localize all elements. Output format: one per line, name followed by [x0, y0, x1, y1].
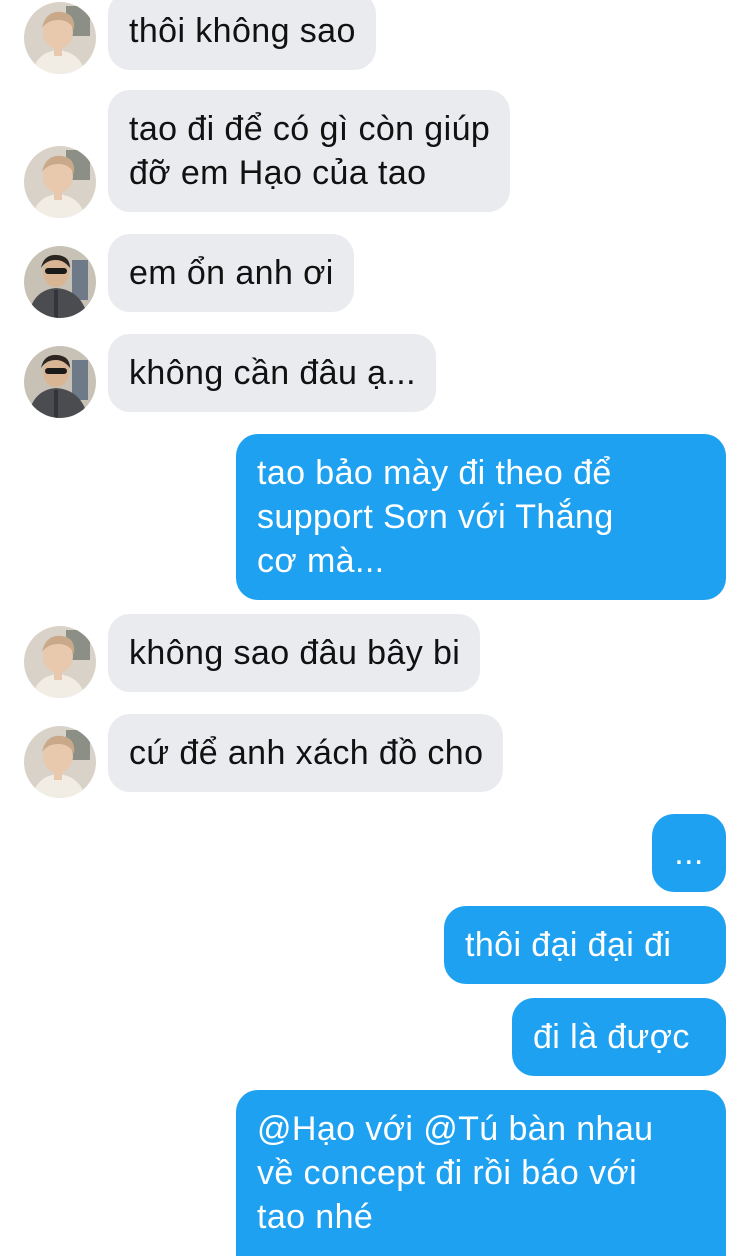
avatar-photo-icon: [24, 2, 96, 74]
message-text-line: thôi đại đại đi: [465, 926, 672, 964]
avatar-photo-icon: [24, 146, 96, 218]
message-text-line: đi là được: [533, 1018, 690, 1056]
message-bubble-outgoing[interactable]: đi là được: [512, 998, 726, 1076]
message-text-line: @Hạo với @Tú bàn nhau: [257, 1110, 654, 1148]
message-bubble-outgoing[interactable]: thôi đại đại đi: [444, 906, 726, 984]
message-text-line: không sao đâu bây bi: [129, 634, 461, 672]
message-bubble-incoming[interactable]: không sao đâu bây bi: [108, 614, 481, 692]
message-text-line: tao đi để có gì còn giúp: [129, 110, 491, 148]
message-text-line: em ổn anh ơi: [129, 254, 334, 292]
message-text-line: tao nhé: [257, 1198, 374, 1236]
message-bubble-incoming[interactable]: cứ để anh xách đồ cho: [108, 714, 504, 792]
friend-a-avatar[interactable]: [24, 726, 96, 798]
message-bubble-incoming[interactable]: thôi không sao: [108, 0, 376, 70]
message-bubble-outgoing[interactable]: ...: [652, 814, 726, 892]
message-text-line: ...: [674, 834, 704, 872]
message-bubble-incoming[interactable]: tao đi để có gì còn giúp đỡ em Hạo của t…: [108, 90, 511, 212]
friend-a-avatar[interactable]: [24, 146, 96, 218]
message-bubble-outgoing[interactable]: @Hạo với @Tú bàn nhau về concept đi rồi …: [236, 1090, 726, 1256]
message-bubble-outgoing[interactable]: tao bảo mày đi theo để support Sơn với T…: [236, 434, 726, 600]
message-text-line: cơ mà...: [257, 542, 385, 580]
message-text-line: đỡ em Hạo của tao: [129, 154, 427, 192]
message-bubble-incoming[interactable]: không cần đâu ạ...: [108, 334, 436, 412]
avatar-photo-icon: [24, 246, 96, 318]
chat-thread: thôi không sao tao đi để có gì còn giúp …: [0, 0, 750, 1256]
friend-a-avatar[interactable]: [24, 2, 96, 74]
message-text-line: về concept đi rồi báo với: [257, 1154, 638, 1192]
avatar-photo-icon: [24, 626, 96, 698]
message-bubble-incoming[interactable]: em ổn anh ơi: [108, 234, 354, 312]
avatar-photo-icon: [24, 726, 96, 798]
message-text-line: không cần đâu ạ...: [129, 354, 416, 392]
message-text-line: tao bảo mày đi theo để: [257, 454, 612, 492]
friend-b-avatar[interactable]: [24, 346, 96, 418]
message-text-line: thôi không sao: [129, 12, 356, 50]
friend-b-avatar[interactable]: [24, 246, 96, 318]
avatar-photo-icon: [24, 346, 96, 418]
friend-a-avatar[interactable]: [24, 626, 96, 698]
message-text-line: support Sơn với Thắng: [257, 498, 614, 536]
message-text-line: cứ để anh xách đồ cho: [129, 734, 484, 772]
